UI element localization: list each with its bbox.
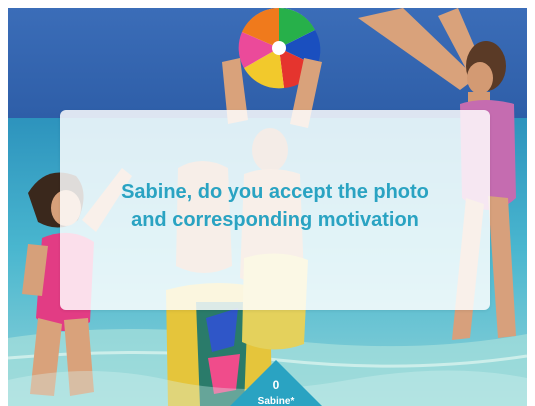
question-line-2: and corresponding motivation xyxy=(131,209,419,231)
question-line-1: Sabine, do you accept the photo xyxy=(121,181,429,203)
player-name: Sabine* xyxy=(257,396,295,406)
player-score: 0 xyxy=(272,378,280,392)
player-marker: 0 Sabine* xyxy=(224,360,328,406)
question-dialog: Sabine, do you accept the photo and corr… xyxy=(60,110,490,310)
game-screen: Sabine, do you accept the photo and corr… xyxy=(8,8,527,406)
question-text: Sabine, do you accept the photo and corr… xyxy=(70,178,480,234)
